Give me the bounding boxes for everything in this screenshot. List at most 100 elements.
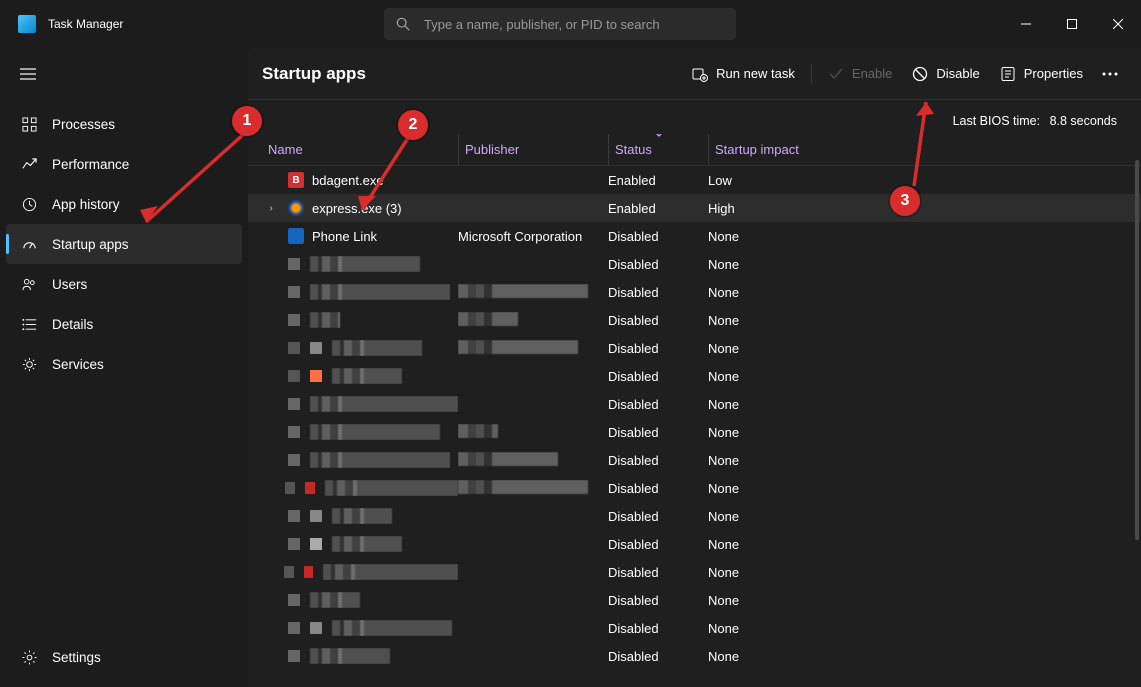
cell-name xyxy=(262,620,458,636)
expand-chevron[interactable]: › xyxy=(262,203,280,214)
table-row[interactable]: DisabledNone xyxy=(248,362,1141,390)
annotation-arrow-1 xyxy=(128,126,258,236)
close-icon xyxy=(1113,19,1123,29)
cell-impact: None xyxy=(708,453,828,468)
app-icon xyxy=(310,510,322,522)
app-icon xyxy=(288,622,300,634)
table-row[interactable]: DisabledNone xyxy=(248,474,1141,502)
column-status[interactable]: Status xyxy=(608,134,708,165)
cell-impact: None xyxy=(708,481,828,496)
app-icon xyxy=(310,622,322,634)
sidebar-item-details[interactable]: Details xyxy=(6,304,242,344)
app-icon xyxy=(288,538,300,550)
cell-name xyxy=(262,564,458,580)
table-row[interactable]: DisabledNone xyxy=(248,250,1141,278)
redacted-name xyxy=(332,340,422,356)
table-row[interactable]: DisabledNone xyxy=(248,642,1141,670)
cell-status: Disabled xyxy=(608,425,708,440)
cell-status: Disabled xyxy=(608,397,708,412)
table-row[interactable]: DisabledNone xyxy=(248,306,1141,334)
minimize-button[interactable] xyxy=(1003,8,1049,40)
app-title: Task Manager xyxy=(48,17,123,31)
toolbar: Startup apps Run new task Enable Disable… xyxy=(248,48,1141,100)
cell-impact: None xyxy=(708,565,828,580)
properties-button[interactable]: Properties xyxy=(990,57,1093,91)
cell-name: Phone Link xyxy=(262,228,458,244)
more-button[interactable] xyxy=(1093,57,1127,91)
cell-status: Disabled xyxy=(608,537,708,552)
cell-status: Enabled xyxy=(608,201,708,216)
redacted-name xyxy=(332,536,402,552)
app-icon xyxy=(310,370,322,382)
app-icon xyxy=(288,200,304,216)
app-icon xyxy=(310,538,322,550)
cell-status: Disabled xyxy=(608,565,708,580)
table-row[interactable]: DisabledNone xyxy=(248,418,1141,446)
app-icon xyxy=(288,228,304,244)
redacted-name xyxy=(310,256,420,272)
redacted-name xyxy=(310,648,390,664)
cell-impact: None xyxy=(708,313,828,328)
annotation-arrow-2 xyxy=(348,134,428,224)
sidebar-item-services[interactable]: Services xyxy=(6,344,242,384)
chevron-down-icon xyxy=(654,134,664,137)
cell-impact: None xyxy=(708,649,828,664)
table-row[interactable]: DisabledNone xyxy=(248,278,1141,306)
table-row[interactable]: DisabledNone xyxy=(248,558,1141,586)
app-icon xyxy=(288,426,300,438)
table-row[interactable]: DisabledNone xyxy=(248,334,1141,362)
app-icon xyxy=(288,370,300,382)
cell-name xyxy=(262,480,458,496)
cell-name xyxy=(262,424,458,440)
more-icon xyxy=(1102,72,1118,76)
properties-icon xyxy=(1000,66,1016,82)
table-row[interactable]: DisabledNone xyxy=(248,530,1141,558)
table-row[interactable]: DisabledNone xyxy=(248,390,1141,418)
maximize-button[interactable] xyxy=(1049,8,1095,40)
table-row[interactable]: DisabledNone xyxy=(248,502,1141,530)
cell-impact: None xyxy=(708,341,828,356)
column-impact[interactable]: Startup impact xyxy=(708,134,828,165)
sidebar-item-label: Settings xyxy=(52,650,101,665)
close-button[interactable] xyxy=(1095,8,1141,40)
app-icon xyxy=(285,482,295,494)
cell-status: Disabled xyxy=(608,593,708,608)
table-row[interactable]: Phone LinkMicrosoft CorporationDisabledN… xyxy=(248,222,1141,250)
sidebar-item-settings[interactable]: Settings xyxy=(6,637,242,677)
check-icon xyxy=(828,66,844,82)
sidebar-item-label: Services xyxy=(52,357,104,372)
cell-impact: None xyxy=(708,229,828,244)
app-icon xyxy=(304,566,314,578)
run-new-task-button[interactable]: Run new task xyxy=(682,57,805,91)
column-publisher[interactable]: Publisher xyxy=(458,134,608,165)
table-row[interactable]: DisabledNone xyxy=(248,446,1141,474)
gauge-icon xyxy=(22,237,52,252)
disable-button[interactable]: Disable xyxy=(902,57,989,91)
app-icon xyxy=(288,510,300,522)
cell-status: Disabled xyxy=(608,649,708,664)
redacted-name xyxy=(310,312,340,328)
redacted-name xyxy=(310,284,450,300)
cell-name xyxy=(262,452,458,468)
cell-status: Disabled xyxy=(608,481,708,496)
sidebar-item-users[interactable]: Users xyxy=(6,264,242,304)
hamburger-button[interactable] xyxy=(8,56,48,92)
enable-button: Enable xyxy=(818,57,902,91)
redacted-name xyxy=(323,564,458,580)
cell-publisher xyxy=(458,480,608,497)
cell-impact: Low xyxy=(708,173,828,188)
cell-publisher xyxy=(458,284,608,301)
app-icon xyxy=(288,314,300,326)
sidebar-item-label: Users xyxy=(52,277,87,292)
cell-name xyxy=(262,284,458,300)
table-row[interactable]: DisabledNone xyxy=(248,586,1141,614)
table-row[interactable]: DisabledNone xyxy=(248,614,1141,642)
separator xyxy=(811,64,812,84)
cell-publisher xyxy=(458,340,608,357)
cell-publisher xyxy=(458,452,608,469)
app-icon xyxy=(305,482,315,494)
app-icon xyxy=(310,342,322,354)
scrollbar[interactable] xyxy=(1135,160,1139,540)
cell-status: Disabled xyxy=(608,229,708,244)
search-input[interactable]: Type a name, publisher, or PID to search xyxy=(384,8,736,40)
